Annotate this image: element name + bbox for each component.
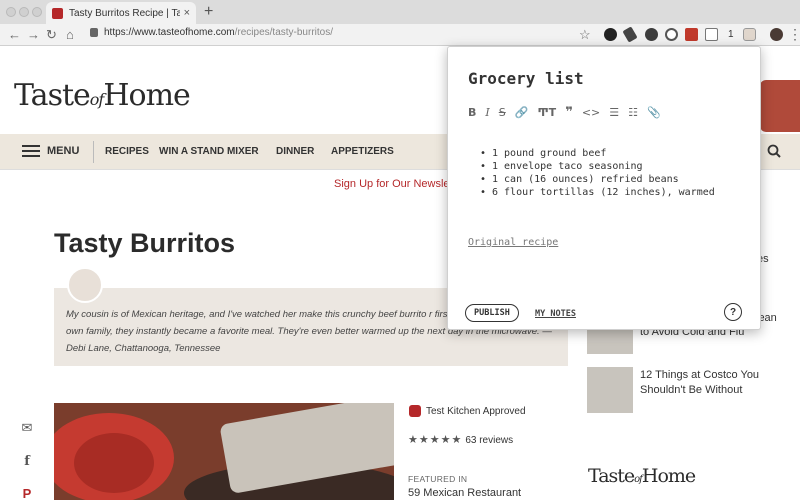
code-icon[interactable]: <>: [582, 105, 600, 119]
notes-popup: Grocery list B I S 🔗 ͲT ❞ <> ☰ ☷ 📎 1 pou…: [447, 46, 761, 330]
extension-icon[interactable]: [705, 28, 718, 41]
extension-icon[interactable]: [645, 28, 658, 41]
strikethrough-icon[interactable]: S: [499, 105, 506, 119]
url-path: /recipes/tasty-burritos/: [234, 27, 333, 38]
forward-button[interactable]: →: [27, 27, 40, 42]
my-notes-link[interactable]: MY NOTES: [535, 309, 576, 319]
extension-badge[interactable]: 1: [728, 29, 734, 40]
approved-badge-icon: [409, 405, 421, 417]
original-recipe-link[interactable]: Original recipe: [468, 237, 558, 248]
hamburger-icon: [22, 145, 40, 157]
browser-tab-bar: Tasty Burritos Recipe | Taste of Home × …: [0, 0, 800, 24]
header-image: [760, 80, 800, 132]
nav-item-dinner[interactable]: DINNER: [276, 146, 314, 157]
back-button[interactable]: ←: [8, 27, 21, 42]
sidebar-item-text[interactable]: 12 Things at Costco You Shouldn't Be Wit…: [640, 368, 790, 398]
extension-icon[interactable]: [665, 28, 678, 41]
bookmark-star-icon[interactable]: ☆: [579, 27, 591, 43]
new-tab-button[interactable]: +: [204, 3, 213, 21]
url-field[interactable]: https://www.tasteofhome.com/recipes/tast…: [90, 27, 333, 38]
logo-text: of: [89, 90, 105, 109]
logo-text: Home: [641, 465, 696, 487]
note-title[interactable]: Grocery list: [468, 69, 584, 88]
extension-icon[interactable]: [685, 28, 698, 41]
profile-avatar[interactable]: [770, 28, 783, 41]
tasteofhome-favicon-icon: [52, 7, 63, 19]
minimize-window-button[interactable]: [19, 7, 29, 17]
pinterest-share-icon[interactable]: P: [18, 486, 36, 500]
star-rating-icon: ★★★★★: [408, 434, 463, 446]
nav-divider: [93, 141, 94, 163]
bold-icon[interactable]: B: [468, 105, 476, 119]
italic-icon[interactable]: I: [485, 105, 489, 119]
help-icon[interactable]: ?: [724, 303, 742, 321]
approved-label: Test Kitchen Approved: [426, 405, 526, 417]
featured-in-label: FEATURED IN: [408, 474, 468, 484]
link-icon[interactable]: 🔗: [515, 105, 529, 119]
extension-pen-icon[interactable]: [622, 26, 638, 43]
quote-icon[interactable]: ❞: [565, 105, 573, 120]
test-kitchen-approved: Test Kitchen Approved: [409, 405, 526, 417]
url-host: https://www.tasteofhome.com: [104, 27, 235, 38]
logo-text: Home: [103, 78, 190, 113]
close-window-button[interactable]: [6, 7, 16, 17]
list-item: 1 can (16 ounces) refried beans: [476, 173, 746, 186]
formatting-toolbar: B I S 🔗 ͲT ❞ <> ☰ ☷ 📎: [468, 105, 670, 120]
extension-icon[interactable]: [604, 28, 617, 41]
email-share-icon[interactable]: ✉: [18, 420, 36, 436]
logo-text: Taste: [588, 465, 635, 487]
heading-icon[interactable]: ͲT: [537, 105, 556, 119]
bullet-list-icon[interactable]: ☰: [609, 105, 619, 119]
nav-item-recipes[interactable]: RECIPES: [105, 146, 149, 157]
browser-menu-icon[interactable]: ⋮: [788, 26, 800, 43]
list-item: 1 envelope taco seasoning: [476, 160, 746, 173]
site-logo[interactable]: TasteofHome: [14, 78, 191, 113]
page-title: Tasty Burritos: [54, 228, 236, 258]
notes-extension-icon[interactable]: [743, 28, 756, 41]
newsletter-signup-link[interactable]: Sign Up for Our Newsle: [334, 178, 450, 190]
reload-button[interactable]: ↻: [46, 27, 57, 43]
menu-button[interactable]: MENU: [22, 145, 79, 157]
list-item: 1 pound ground beef: [476, 147, 746, 160]
nav-item-win-stand-mixer[interactable]: WIN A STAND MIXER: [159, 146, 259, 157]
address-bar: ← → ↻ ⌂ https://www.tasteofhome.com/reci…: [0, 24, 800, 46]
browser-tab[interactable]: Tasty Burritos Recipe | Taste of Home ×: [46, 2, 196, 24]
reviews-count: 63 reviews: [465, 435, 514, 446]
tab-close-icon[interactable]: ×: [184, 7, 190, 19]
logo-text: Taste: [14, 78, 91, 113]
lock-icon: [90, 28, 98, 37]
nav-item-appetizers[interactable]: APPETIZERS: [331, 146, 394, 157]
recipe-hero-image: [54, 403, 394, 500]
sidebar-logo: TasteofHome: [588, 465, 696, 487]
publish-button[interactable]: PUBLISH: [465, 304, 519, 322]
search-icon[interactable]: [767, 144, 781, 158]
attachment-icon[interactable]: 📎: [647, 105, 661, 119]
logo-text: of: [634, 474, 643, 485]
tab-title: Tasty Burritos Recipe | Taste of Home: [69, 7, 180, 19]
facebook-share-icon[interactable]: f: [18, 454, 36, 469]
sidebar-thumbnail[interactable]: [587, 367, 633, 413]
numbered-list-icon[interactable]: ☷: [628, 105, 638, 119]
author-avatar: [67, 267, 103, 303]
note-body[interactable]: 1 pound ground beef 1 envelope taco seas…: [476, 147, 746, 199]
menu-label: MENU: [47, 145, 80, 157]
maximize-window-button[interactable]: [32, 7, 42, 17]
recipe-rating[interactable]: ★★★★★ 63 reviews: [408, 433, 513, 446]
home-button[interactable]: ⌂: [66, 27, 74, 42]
featured-in-link[interactable]: 59 Mexican Restaurant: [408, 487, 521, 499]
list-item: 6 flour tortillas (12 inches), warmed: [476, 186, 746, 199]
